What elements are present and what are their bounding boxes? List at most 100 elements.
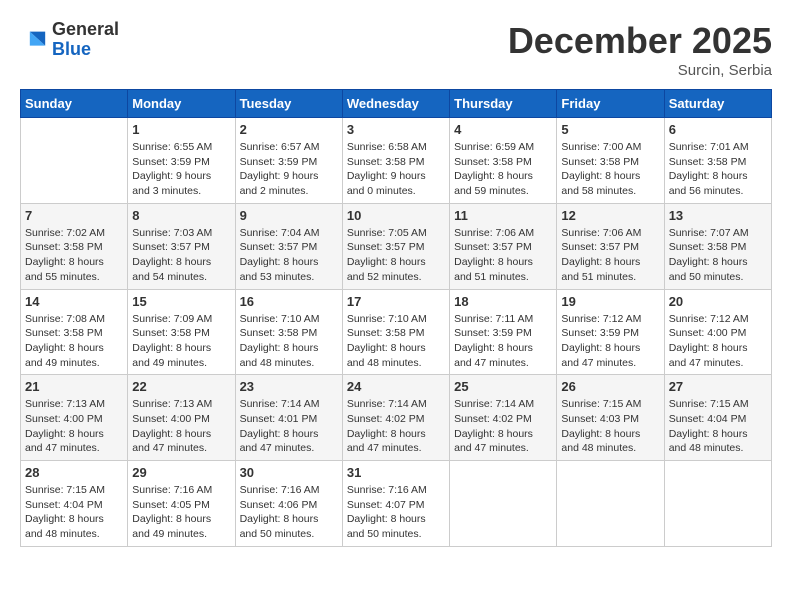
calendar-day-cell: 22 Sunrise: 7:13 AM Sunset: 4:00 PM Dayli…: [128, 375, 235, 461]
day-info: Sunrise: 7:16 AM Sunset: 4:07 PM Dayligh…: [347, 483, 445, 542]
day-info: Sunrise: 7:06 AM Sunset: 3:57 PM Dayligh…: [561, 226, 659, 285]
day-number: 29: [132, 465, 230, 480]
day-number: 1: [132, 122, 230, 137]
day-number: 21: [25, 379, 123, 394]
day-info: Sunrise: 7:13 AM Sunset: 4:00 PM Dayligh…: [132, 397, 230, 456]
calendar-day-cell: 29 Sunrise: 7:16 AM Sunset: 4:05 PM Dayli…: [128, 461, 235, 547]
day-number: 27: [669, 379, 767, 394]
calendar-day-cell: 4Sunrise: 6:59 AM Sunset: 3:58 PM Daylig…: [450, 118, 557, 204]
day-info: Sunrise: 7:01 AM Sunset: 3:58 PM Dayligh…: [669, 140, 767, 199]
day-number: 26: [561, 379, 659, 394]
calendar-day-cell: 2Sunrise: 6:57 AM Sunset: 3:59 PM Daylig…: [235, 118, 342, 204]
calendar-day-cell: 9 Sunrise: 7:04 AM Sunset: 3:57 PM Daylig…: [235, 203, 342, 289]
logo-blue-text: Blue: [52, 40, 119, 60]
day-number: 20: [669, 294, 767, 309]
day-info: Sunrise: 7:13 AM Sunset: 4:00 PM Dayligh…: [25, 397, 123, 456]
calendar-day-cell: 1 Sunrise: 6:55 AM Sunset: 3:59 PM Daylig…: [128, 118, 235, 204]
day-number: 7: [25, 208, 123, 223]
weekday-header-cell: Friday: [557, 90, 664, 118]
calendar-day-cell: 31Sunrise: 7:16 AM Sunset: 4:07 PM Dayli…: [342, 461, 449, 547]
day-number: 24: [347, 379, 445, 394]
day-info: Sunrise: 6:58 AM Sunset: 3:58 PM Dayligh…: [347, 140, 445, 199]
day-number: 22: [132, 379, 230, 394]
day-number: 6: [669, 122, 767, 137]
day-info: Sunrise: 7:12 AM Sunset: 4:00 PM Dayligh…: [669, 312, 767, 371]
day-info: Sunrise: 7:15 AM Sunset: 4:04 PM Dayligh…: [25, 483, 123, 542]
day-number: 9: [240, 208, 338, 223]
calendar-week-row: 1 Sunrise: 6:55 AM Sunset: 3:59 PM Daylig…: [21, 118, 772, 204]
calendar-body: 1 Sunrise: 6:55 AM Sunset: 3:59 PM Daylig…: [21, 118, 772, 547]
calendar-day-cell: 11 Sunrise: 7:06 AM Sunset: 3:57 PM Dayli…: [450, 203, 557, 289]
day-info: Sunrise: 6:57 AM Sunset: 3:59 PM Dayligh…: [240, 140, 338, 199]
weekday-header-row: SundayMondayTuesdayWednesdayThursdayFrid…: [21, 90, 772, 118]
day-info: Sunrise: 7:05 AM Sunset: 3:57 PM Dayligh…: [347, 226, 445, 285]
day-number: 4: [454, 122, 552, 137]
calendar-day-cell: 19 Sunrise: 7:12 AM Sunset: 3:59 PM Dayli…: [557, 289, 664, 375]
day-info: Sunrise: 7:16 AM Sunset: 4:06 PM Dayligh…: [240, 483, 338, 542]
calendar-day-cell: [450, 461, 557, 547]
day-info: Sunrise: 7:02 AM Sunset: 3:58 PM Dayligh…: [25, 226, 123, 285]
day-info: Sunrise: 7:11 AM Sunset: 3:59 PM Dayligh…: [454, 312, 552, 371]
day-info: Sunrise: 7:00 AM Sunset: 3:58 PM Dayligh…: [561, 140, 659, 199]
logo-general-text: General: [52, 20, 119, 40]
day-number: 14: [25, 294, 123, 309]
weekday-header-cell: Sunday: [21, 90, 128, 118]
day-number: 19: [561, 294, 659, 309]
calendar-day-cell: 26 Sunrise: 7:15 AM Sunset: 4:03 PM Dayli…: [557, 375, 664, 461]
calendar-day-cell: 18 Sunrise: 7:11 AM Sunset: 3:59 PM Dayli…: [450, 289, 557, 375]
day-info: Sunrise: 7:03 AM Sunset: 3:57 PM Dayligh…: [132, 226, 230, 285]
day-number: 10: [347, 208, 445, 223]
day-number: 13: [669, 208, 767, 223]
calendar-day-cell: 12 Sunrise: 7:06 AM Sunset: 3:57 PM Dayli…: [557, 203, 664, 289]
day-info: Sunrise: 7:06 AM Sunset: 3:57 PM Dayligh…: [454, 226, 552, 285]
weekday-header-cell: Wednesday: [342, 90, 449, 118]
calendar-day-cell: 24 Sunrise: 7:14 AM Sunset: 4:02 PM Dayli…: [342, 375, 449, 461]
day-info: Sunrise: 7:12 AM Sunset: 3:59 PM Dayligh…: [561, 312, 659, 371]
day-info: Sunrise: 7:07 AM Sunset: 3:58 PM Dayligh…: [669, 226, 767, 285]
day-info: Sunrise: 7:08 AM Sunset: 3:58 PM Dayligh…: [25, 312, 123, 371]
calendar-day-cell: 20 Sunrise: 7:12 AM Sunset: 4:00 PM Dayli…: [664, 289, 771, 375]
calendar-day-cell: 10 Sunrise: 7:05 AM Sunset: 3:57 PM Dayli…: [342, 203, 449, 289]
day-number: 28: [25, 465, 123, 480]
day-info: Sunrise: 7:04 AM Sunset: 3:57 PM Dayligh…: [240, 226, 338, 285]
day-number: 30: [240, 465, 338, 480]
calendar-day-cell: 13 Sunrise: 7:07 AM Sunset: 3:58 PM Dayli…: [664, 203, 771, 289]
calendar-day-cell: 25 Sunrise: 7:14 AM Sunset: 4:02 PM Dayli…: [450, 375, 557, 461]
weekday-header-cell: Saturday: [664, 90, 771, 118]
day-number: 11: [454, 208, 552, 223]
title-block: December 2025 Surcin, Serbia: [508, 20, 772, 79]
month-title: December 2025: [508, 20, 772, 62]
day-info: Sunrise: 7:14 AM Sunset: 4:02 PM Dayligh…: [347, 397, 445, 456]
day-number: 25: [454, 379, 552, 394]
calendar-day-cell: 3 Sunrise: 6:58 AM Sunset: 3:58 PM Daylig…: [342, 118, 449, 204]
calendar-day-cell: 14 Sunrise: 7:08 AM Sunset: 3:58 PM Dayli…: [21, 289, 128, 375]
calendar-day-cell: 15Sunrise: 7:09 AM Sunset: 3:58 PM Dayli…: [128, 289, 235, 375]
calendar-day-cell: [557, 461, 664, 547]
calendar-week-row: 14 Sunrise: 7:08 AM Sunset: 3:58 PM Dayli…: [21, 289, 772, 375]
calendar-day-cell: 7 Sunrise: 7:02 AM Sunset: 3:58 PM Daylig…: [21, 203, 128, 289]
calendar-day-cell: 17Sunrise: 7:10 AM Sunset: 3:58 PM Dayli…: [342, 289, 449, 375]
day-info: Sunrise: 7:16 AM Sunset: 4:05 PM Dayligh…: [132, 483, 230, 542]
day-info: Sunrise: 6:55 AM Sunset: 3:59 PM Dayligh…: [132, 140, 230, 199]
day-number: 3: [347, 122, 445, 137]
calendar-week-row: 21 Sunrise: 7:13 AM Sunset: 4:00 PM Dayli…: [21, 375, 772, 461]
day-info: Sunrise: 7:15 AM Sunset: 4:03 PM Dayligh…: [561, 397, 659, 456]
day-info: Sunrise: 7:14 AM Sunset: 4:02 PM Dayligh…: [454, 397, 552, 456]
day-number: 18: [454, 294, 552, 309]
day-number: 12: [561, 208, 659, 223]
calendar-week-row: 7 Sunrise: 7:02 AM Sunset: 3:58 PM Daylig…: [21, 203, 772, 289]
calendar-day-cell: 30 Sunrise: 7:16 AM Sunset: 4:06 PM Dayli…: [235, 461, 342, 547]
calendar-table: SundayMondayTuesdayWednesdayThursdayFrid…: [20, 89, 772, 547]
day-info: Sunrise: 7:15 AM Sunset: 4:04 PM Dayligh…: [669, 397, 767, 456]
calendar-day-cell: 5Sunrise: 7:00 AM Sunset: 3:58 PM Daylig…: [557, 118, 664, 204]
calendar-day-cell: 6 Sunrise: 7:01 AM Sunset: 3:58 PM Daylig…: [664, 118, 771, 204]
day-number: 16: [240, 294, 338, 309]
day-info: Sunrise: 7:14 AM Sunset: 4:01 PM Dayligh…: [240, 397, 338, 456]
day-info: Sunrise: 7:10 AM Sunset: 3:58 PM Dayligh…: [347, 312, 445, 371]
day-info: Sunrise: 7:10 AM Sunset: 3:58 PM Dayligh…: [240, 312, 338, 371]
logo-icon: [20, 26, 48, 54]
calendar-day-cell: [664, 461, 771, 547]
day-number: 23: [240, 379, 338, 394]
day-number: 15: [132, 294, 230, 309]
calendar-day-cell: 23 Sunrise: 7:14 AM Sunset: 4:01 PM Dayli…: [235, 375, 342, 461]
